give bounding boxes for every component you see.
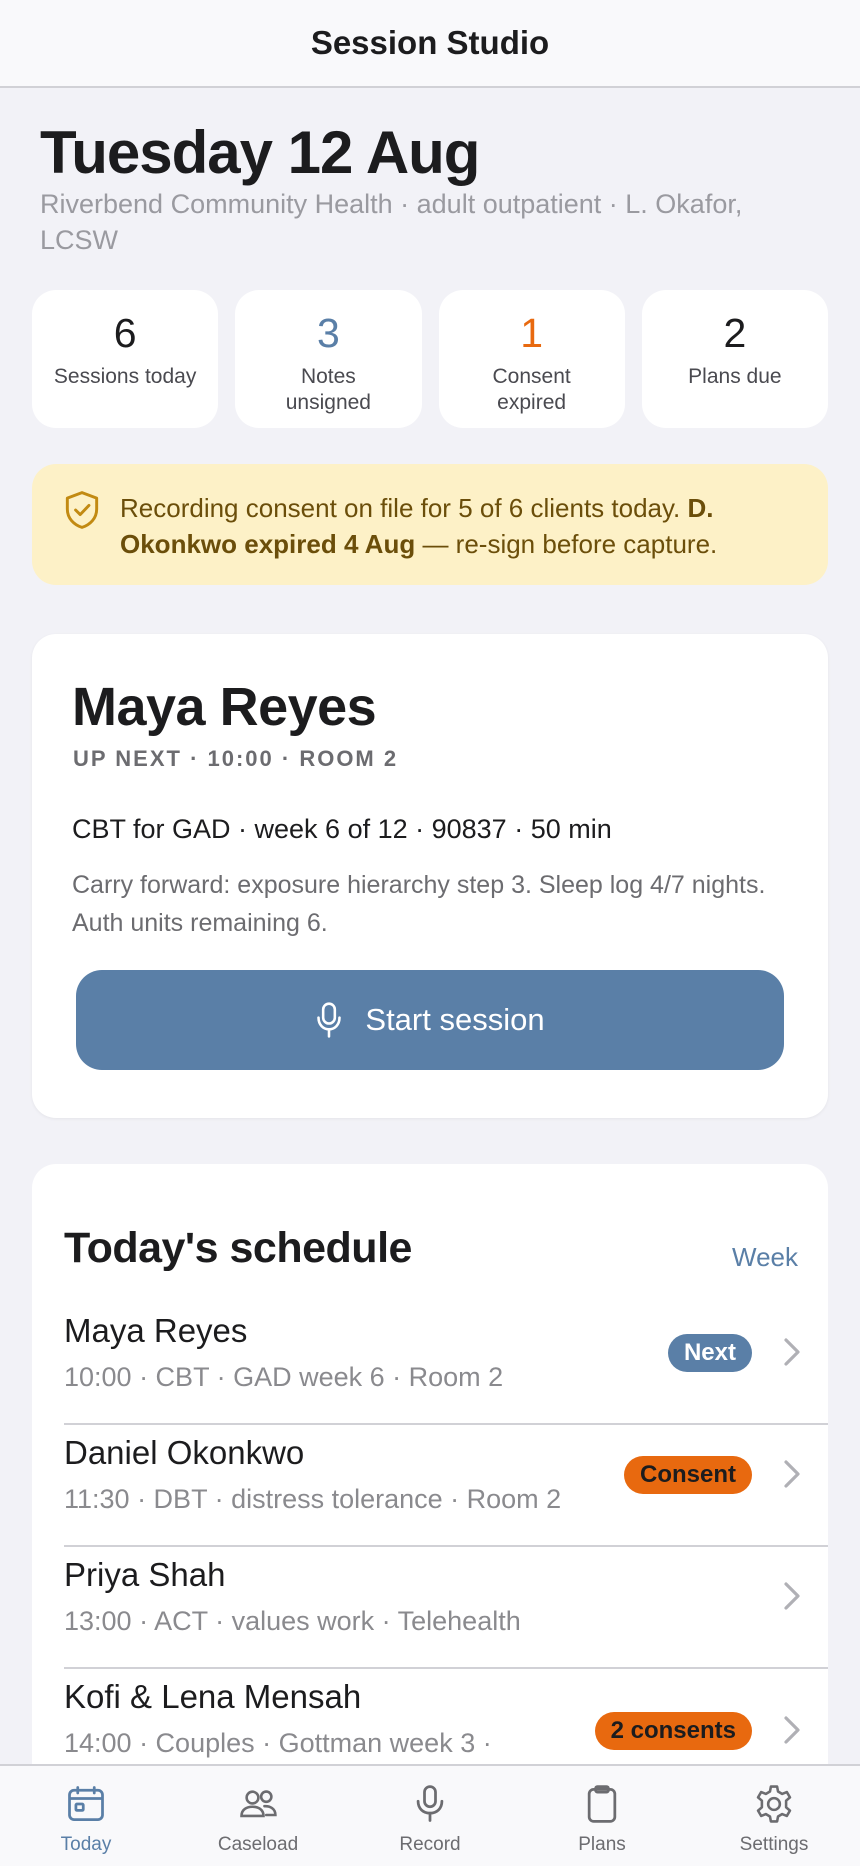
stat-label: Consent expired bbox=[492, 365, 571, 414]
row-client-name: Priya Shah bbox=[64, 1556, 226, 1593]
tab-label: Settings bbox=[739, 1834, 809, 1855]
navigation-bar: Session Studio bbox=[0, 0, 860, 88]
schedule-row[interactable]: Daniel Okonkwo 11:30 · DBT · distress to… bbox=[64, 1426, 828, 1547]
stat-label: Plans due bbox=[688, 365, 782, 388]
row-client-name: Maya Reyes bbox=[64, 1312, 248, 1349]
shield-check-icon bbox=[65, 491, 99, 529]
microphone-icon bbox=[416, 1785, 444, 1822]
tab-label: Plans bbox=[578, 1834, 626, 1855]
microphone-icon bbox=[317, 1002, 342, 1038]
page-title: Tuesday 12 Aug bbox=[40, 119, 480, 186]
tab-label: Record bbox=[399, 1834, 461, 1855]
stat-value: 2 bbox=[723, 310, 747, 356]
app-title: Session Studio bbox=[310, 24, 550, 61]
status-badge: Next bbox=[667, 1334, 752, 1372]
chevron-right-icon bbox=[784, 1338, 800, 1366]
stats-row: 6 Sessions today 3 Notes unsigned 1 Cons… bbox=[32, 290, 828, 428]
schedule-row[interactable]: Maya Reyes 10:00 · CBT · GAD week 6 · Ro… bbox=[64, 1304, 828, 1425]
stat-value: 6 bbox=[113, 310, 137, 356]
clinic-subtitle: Riverbend Community Health · adult outpa… bbox=[40, 189, 743, 255]
tab-label: Caseload bbox=[217, 1834, 299, 1855]
treatment-plan: CBT for GAD · week 6 of 12 · 90837 · 50 … bbox=[72, 814, 612, 844]
tab-plans[interactable]: Plans bbox=[516, 1766, 688, 1866]
stat-consent-expired[interactable]: 1 Consent expired bbox=[438, 290, 625, 428]
tab-record[interactable]: Record bbox=[344, 1766, 516, 1866]
tab-bar: Today Caseload Record Plans Settings bbox=[0, 1764, 860, 1866]
row-detail: 13:00 · ACT · values work · Telehealth bbox=[64, 1606, 521, 1636]
row-client-name: Daniel Okonkwo bbox=[64, 1434, 305, 1471]
consent-banner-text: Recording consent on file for 5 of 6 cli… bbox=[120, 493, 718, 559]
schedule-title: Today's schedule bbox=[64, 1224, 412, 1272]
status-badge: Consent bbox=[624, 1456, 752, 1494]
chevron-right-icon bbox=[784, 1716, 800, 1744]
tab-label: Today bbox=[60, 1834, 112, 1855]
stat-label: Sessions today bbox=[53, 365, 197, 388]
schedule-card: Today's schedule Week Maya Reyes 10:00 ·… bbox=[32, 1164, 828, 1784]
calendar-icon bbox=[68, 1786, 104, 1821]
start-session-button[interactable]: Start session bbox=[76, 970, 784, 1070]
chevron-right-icon bbox=[784, 1582, 800, 1610]
status-badge: 2 consents bbox=[594, 1712, 752, 1750]
consent-banner[interactable]: Recording consent on file for 5 of 6 cli… bbox=[32, 464, 828, 585]
client-name: Maya Reyes bbox=[72, 677, 377, 737]
clipboard-icon bbox=[587, 1785, 617, 1823]
stat-value: 1 bbox=[520, 310, 544, 356]
row-client-name: Kofi & Lena Mensah bbox=[64, 1678, 362, 1715]
stat-plans-due[interactable]: 2 Plans due bbox=[641, 290, 828, 428]
tab-today[interactable]: Today bbox=[0, 1766, 172, 1866]
stat-value: 3 bbox=[316, 310, 340, 356]
stat-notes-unsigned[interactable]: 3 Notes unsigned bbox=[235, 290, 422, 428]
tab-settings[interactable]: Settings bbox=[688, 1766, 860, 1866]
carry-forward-notes: Carry forward: exposure hierarchy step 3… bbox=[72, 871, 766, 937]
people-icon bbox=[240, 1790, 277, 1818]
tab-caseload[interactable]: Caseload bbox=[172, 1766, 344, 1866]
session-meta: UP NEXT · 10:00 · ROOM 2 bbox=[73, 746, 399, 771]
gear-icon bbox=[756, 1785, 792, 1823]
stat-label: Notes unsigned bbox=[285, 365, 371, 414]
row-detail: 11:30 · DBT · distress tolerance · Room … bbox=[64, 1484, 562, 1514]
up-next-card: Maya Reyes UP NEXT · 10:00 · ROOM 2 CBT … bbox=[32, 634, 828, 1118]
start-session-label: Start session bbox=[365, 1002, 545, 1037]
chevron-right-icon bbox=[784, 1460, 800, 1488]
stat-sessions-today[interactable]: 6 Sessions today bbox=[32, 290, 219, 428]
row-detail: 14:00 · Couples · Gottman week 3 · bbox=[64, 1728, 492, 1758]
row-detail: 10:00 · CBT · GAD week 6 · Room 2 bbox=[64, 1362, 504, 1392]
schedule-row[interactable]: Priya Shah 13:00 · ACT · values work · T… bbox=[64, 1548, 828, 1669]
week-link[interactable]: Week bbox=[732, 1242, 798, 1273]
